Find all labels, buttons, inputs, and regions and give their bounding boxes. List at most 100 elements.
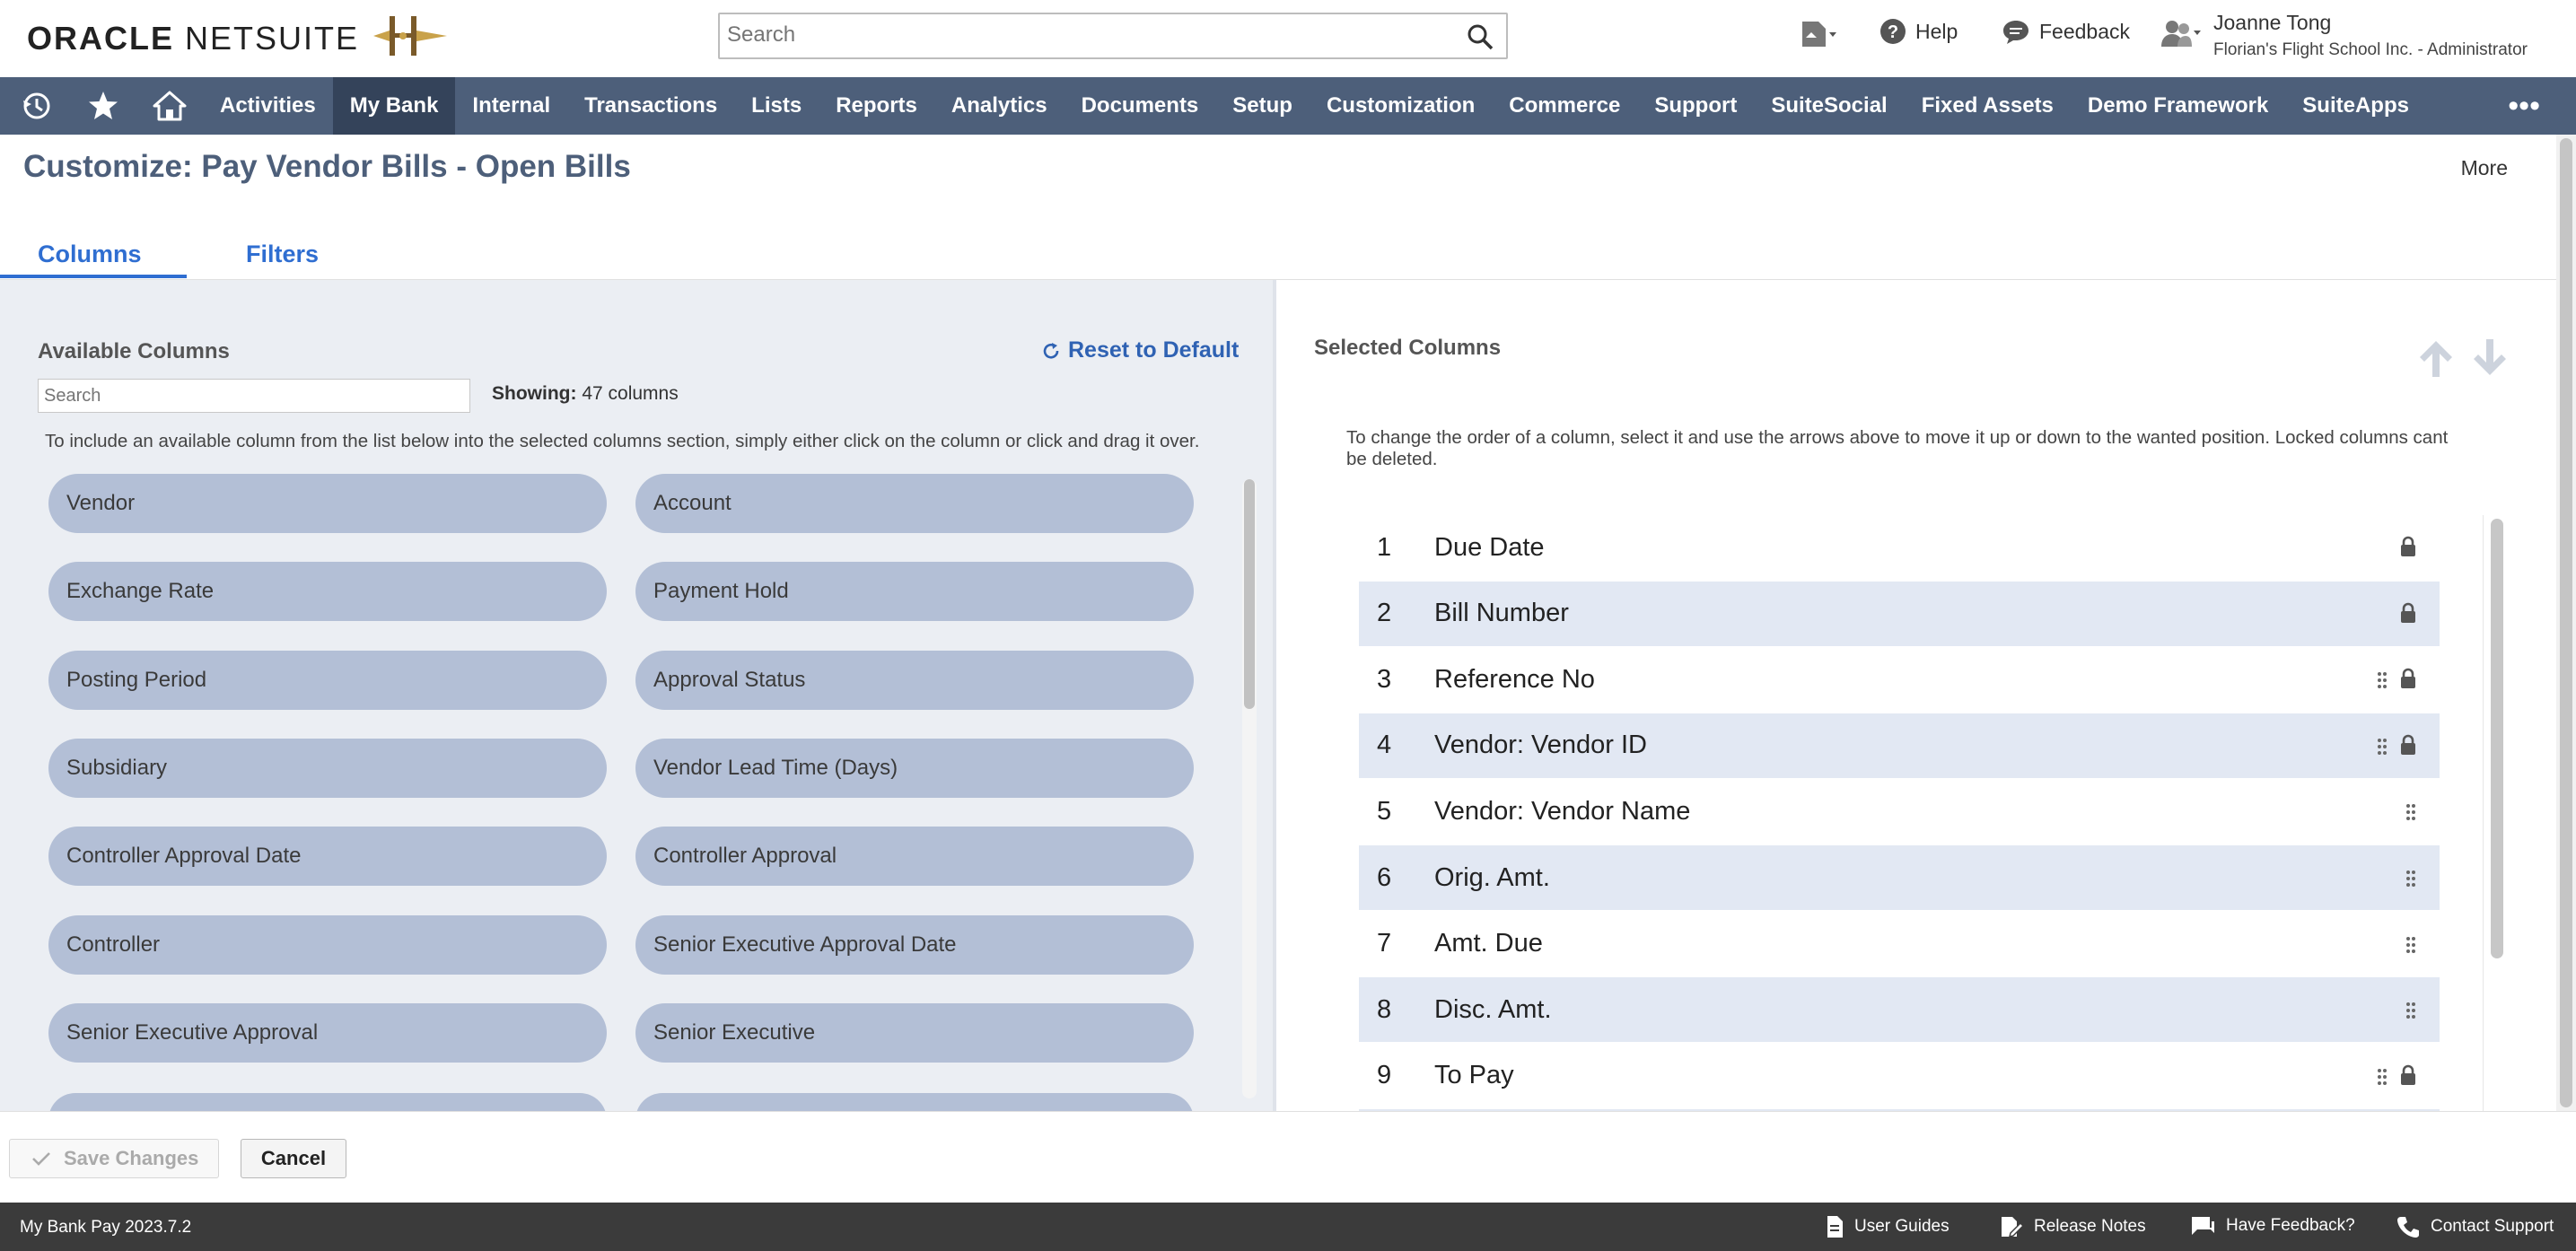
- available-columns-panel: Available Columns Reset to Default Showi…: [0, 280, 1273, 1111]
- save-changes-button[interactable]: Save Changes: [9, 1139, 219, 1178]
- row-icons: [2393, 865, 2416, 895]
- selected-column-row[interactable]: 8 Disc. Amt.: [1359, 977, 2440, 1043]
- column-chip[interactable]: Vendor: [48, 474, 607, 533]
- recent-activity-button[interactable]: [4, 77, 70, 135]
- available-columns-search[interactable]: [38, 379, 470, 413]
- selected-columns-scrollbar[interactable]: [2483, 515, 2510, 1111]
- selected-column-row[interactable]: 4 Vendor: Vendor ID: [1359, 713, 2440, 778]
- nav-documents[interactable]: Documents: [1065, 77, 1216, 135]
- drag-handle-icon[interactable]: [2405, 865, 2416, 895]
- nav-support[interactable]: Support: [1637, 77, 1754, 135]
- drag-handle-icon[interactable]: [2377, 733, 2388, 763]
- move-down-arrow-icon[interactable]: [2470, 337, 2510, 379]
- move-up-arrow-icon[interactable]: [2416, 337, 2456, 379]
- column-chip[interactable]: Payment Hold: [635, 562, 1194, 622]
- column-name: Vendor: Vendor Name: [1434, 796, 1691, 826]
- user-role: Florian's Flight School Inc. - Administr…: [2213, 40, 2528, 59]
- tab-bar: Columns Filters: [0, 235, 2556, 280]
- selected-column-row[interactable]: 5 Vendor: Vendor Name: [1359, 779, 2440, 844]
- more-menu[interactable]: More: [2461, 156, 2508, 180]
- selected-column-row[interactable]: 6 Orig. Amt.: [1359, 845, 2440, 910]
- selected-column-row[interactable]: 1 Due Date: [1359, 515, 2440, 580]
- page-scrollbar[interactable]: [2556, 135, 2576, 1111]
- column-chip-partial[interactable]: [635, 1093, 1194, 1111]
- selected-column-row[interactable]: 2 Bill Number: [1359, 581, 2440, 646]
- column-count: Showing: 47 columns: [492, 383, 679, 405]
- home-button[interactable]: [136, 77, 203, 135]
- nav-analytics[interactable]: Analytics: [934, 77, 1065, 135]
- help-link[interactable]: ? Help: [1879, 18, 1958, 45]
- user-guides-link[interactable]: User Guides: [1826, 1215, 1950, 1238]
- column-chip[interactable]: Vendor Lead Time (Days): [635, 738, 1194, 798]
- selected-column-row[interactable]: 9 To Pay: [1359, 1044, 2440, 1108]
- column-chip[interactable]: Posting Period: [48, 650, 607, 710]
- column-chip[interactable]: Senior Executive Approval Date: [635, 914, 1194, 975]
- global-search-input[interactable]: [720, 14, 1438, 56]
- selected-columns-instructions: To change the order of a column, select …: [1346, 427, 2449, 469]
- release-notes-link[interactable]: Release Notes: [2000, 1215, 2146, 1238]
- column-count-value: 47 columns: [582, 383, 679, 404]
- nav-activities[interactable]: Activities: [203, 77, 333, 135]
- have-feedback-link[interactable]: Have Feedback?: [2190, 1215, 2355, 1237]
- nav-lists[interactable]: Lists: [734, 77, 819, 135]
- nav-suiteapps[interactable]: SuiteApps: [2285, 77, 2426, 135]
- user-name: Joanne Tong: [2213, 11, 2332, 34]
- active-tab-indicator: [0, 275, 187, 278]
- cancel-button[interactable]: Cancel: [241, 1139, 346, 1178]
- available-columns-scrollbar-thumb[interactable]: [1244, 479, 1255, 709]
- status-bar: My Bank Pay 2023.7.2 User Guides Release…: [0, 1203, 2576, 1251]
- nav-my-bank[interactable]: My Bank: [332, 77, 456, 135]
- row-icons: [2364, 667, 2416, 696]
- recent-records-menu[interactable]: [1799, 18, 1849, 50]
- column-chip[interactable]: Approval Status: [635, 650, 1194, 710]
- selected-columns-scrollbar-thumb[interactable]: [2491, 519, 2503, 958]
- column-chip[interactable]: Senior Executive Approval: [48, 1002, 607, 1063]
- release-notes-label: Release Notes: [2034, 1217, 2146, 1236]
- nav-customization[interactable]: Customization: [1310, 77, 1492, 135]
- users-icon: [2161, 21, 2201, 47]
- nav-overflow-button[interactable]: •••: [2508, 77, 2540, 135]
- row-number: 9: [1377, 1061, 1392, 1090]
- user-info[interactable]: Joanne Tong Florian's Flight School Inc.…: [2213, 11, 2528, 60]
- selected-column-row[interactable]: 3 Reference No: [1359, 647, 2440, 712]
- search-icon[interactable]: [1467, 23, 1494, 50]
- available-columns-search-input[interactable]: [39, 380, 460, 412]
- tab-filters[interactable]: Filters: [246, 241, 319, 268]
- global-search[interactable]: [718, 13, 1508, 59]
- nav-setup[interactable]: Setup: [1215, 77, 1310, 135]
- drag-handle-icon[interactable]: [2405, 799, 2416, 828]
- lock-icon: [2400, 667, 2416, 696]
- favorites-button[interactable]: [70, 77, 136, 135]
- column-chip[interactable]: Senior Executive: [635, 1002, 1194, 1063]
- available-columns-scrollbar[interactable]: [1242, 479, 1257, 1098]
- drag-handle-icon[interactable]: [2377, 1063, 2388, 1093]
- oracle-netsuite-logo[interactable]: ORACLE NETSUITE: [27, 20, 359, 57]
- nav-reports[interactable]: Reports: [819, 77, 934, 135]
- nav-fixed-assets[interactable]: Fixed Assets: [1905, 77, 2071, 135]
- role-switcher[interactable]: [2160, 18, 2212, 48]
- column-chip[interactable]: Exchange Rate: [48, 562, 607, 622]
- nav-internal[interactable]: Internal: [455, 77, 567, 135]
- nav-suitesocial[interactable]: SuiteSocial: [1754, 77, 1904, 135]
- history-icon: [23, 92, 50, 119]
- contact-support-label: Contact Support: [2431, 1217, 2554, 1236]
- column-chip-partial[interactable]: [48, 1093, 607, 1111]
- column-chip[interactable]: Subsidiary: [48, 738, 607, 798]
- nav-transactions[interactable]: Transactions: [567, 77, 734, 135]
- nav-commerce[interactable]: Commerce: [1492, 77, 1637, 135]
- contact-support-link[interactable]: Contact Support: [2396, 1215, 2554, 1238]
- column-chip[interactable]: Account: [635, 474, 1194, 533]
- drag-handle-icon[interactable]: [2405, 997, 2416, 1027]
- column-chip[interactable]: Controller: [48, 914, 607, 975]
- nav-demo-framework[interactable]: Demo Framework: [2071, 77, 2285, 135]
- feedback-link[interactable]: Feedback: [2002, 18, 2130, 45]
- tab-columns[interactable]: Columns: [38, 241, 142, 268]
- page-scrollbar-thumb[interactable]: [2560, 138, 2572, 1107]
- column-chip[interactable]: Controller Approval: [635, 827, 1194, 887]
- reset-to-default-link[interactable]: Reset to Default: [1041, 337, 1239, 363]
- column-chip[interactable]: Controller Approval Date: [48, 827, 607, 887]
- drag-handle-icon[interactable]: [2405, 932, 2416, 961]
- column-name: Due Date: [1434, 532, 1545, 562]
- drag-handle-icon[interactable]: [2377, 667, 2388, 696]
- selected-column-row[interactable]: 7 Amt. Due: [1359, 912, 2440, 976]
